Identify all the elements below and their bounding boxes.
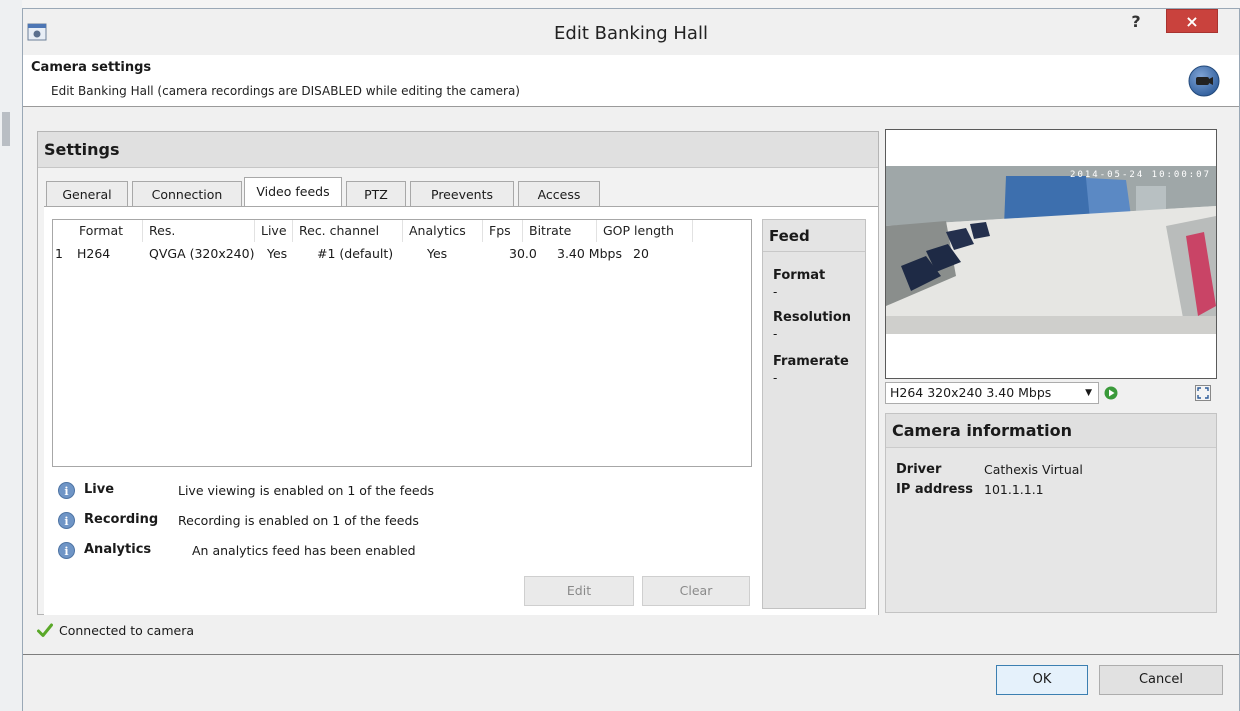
row-fps: 30.0 — [509, 246, 537, 261]
col-res[interactable]: Res. — [143, 220, 255, 242]
row-rec-channel: #1 (default) — [317, 246, 394, 261]
camera-preview[interactable]: 2014-05-24 10:00:07 — [885, 129, 1217, 379]
connection-status: Connected to camera — [59, 623, 195, 638]
help-button[interactable]: ? — [1121, 11, 1151, 33]
fullscreen-icon[interactable] — [1195, 385, 1211, 401]
feed-format-value: - — [773, 285, 778, 299]
settings-header: Settings — [38, 132, 878, 168]
row-analytics: Yes — [427, 246, 448, 261]
col-gop-length[interactable]: GOP length — [597, 220, 693, 242]
info-live-label: Live — [84, 482, 115, 497]
header-panel: Camera settings Edit Banking Hall (camer… — [23, 55, 1239, 107]
feed-select-value: H264 320x240 3.40 Mbps — [890, 385, 1052, 400]
settings-title: Settings — [44, 140, 120, 159]
info-analytics-text: An analytics feed has been enabled — [192, 543, 416, 558]
title-bar: Edit Banking Hall ? × — [23, 9, 1239, 55]
feed-panel-title: Feed — [769, 227, 810, 245]
play-icon[interactable] — [1104, 386, 1118, 400]
camera-information-panel: Camera information Driver Cathexis Virtu… — [885, 413, 1217, 613]
camera-video-frame: 2014-05-24 10:00:07 — [886, 166, 1216, 334]
row-format: H264 — [77, 246, 111, 261]
col-rec-channel[interactable]: Rec. channel — [293, 220, 403, 242]
feed-format-label: Format — [773, 268, 826, 283]
row-res: QVGA (320x240) — [149, 246, 255, 261]
tab-preevents[interactable]: Preevents — [410, 181, 514, 207]
settings-frame: Settings General Connection Video feeds … — [37, 131, 879, 615]
col-format[interactable]: Format — [73, 220, 143, 242]
driver-label: Driver — [896, 462, 942, 477]
table-row[interactable]: 1 H264 QVGA (320x240) Yes #1 (default) Y… — [53, 244, 751, 264]
row-index: 1 — [55, 246, 63, 261]
dialog-footer: OK Cancel — [23, 654, 1239, 711]
background-strip — [0, 0, 1240, 8]
ok-button[interactable]: OK — [996, 665, 1088, 695]
feeds-table: Format Res. Live Rec. channel Analytics … — [52, 219, 752, 467]
row-live: Yes — [267, 246, 288, 261]
col-analytics[interactable]: Analytics — [403, 220, 483, 242]
row-gop: 20 — [633, 246, 649, 261]
camera-information-title: Camera information — [892, 421, 1073, 440]
feed-resolution-value: - — [773, 327, 778, 341]
info-icon: i — [58, 512, 75, 529]
tab-general[interactable]: General — [46, 181, 128, 207]
feed-framerate-label: Framerate — [773, 354, 849, 369]
window-title: Edit Banking Hall — [554, 23, 708, 44]
edit-camera-dialog: Edit Banking Hall ? × Camera settings Ed… — [22, 8, 1240, 711]
tab-video-feeds[interactable]: Video feeds — [244, 177, 342, 207]
info-recording-label: Recording — [84, 512, 159, 527]
close-button[interactable]: × — [1166, 9, 1218, 33]
background-left-edge — [0, 0, 22, 711]
feed-panel-header: Feed — [763, 220, 865, 252]
info-analytics-label: Analytics — [84, 542, 152, 557]
info-icon: i — [58, 482, 75, 499]
edit-button[interactable]: Edit — [524, 576, 634, 606]
info-icon: i — [58, 542, 75, 559]
clear-button[interactable]: Clear — [642, 576, 750, 606]
row-bitrate: 3.40 Mbps — [557, 246, 622, 261]
feed-resolution-label: Resolution — [773, 310, 852, 325]
video-timestamp: 2014-05-24 10:00:07 — [1070, 170, 1211, 180]
cancel-button[interactable]: Cancel — [1099, 665, 1223, 695]
col-bitrate[interactable]: Bitrate — [523, 220, 597, 242]
chevron-down-icon: ▼ — [1085, 388, 1092, 398]
tab-connection[interactable]: Connection — [132, 181, 242, 207]
info-recording-text: Recording is enabled on 1 of the feeds — [178, 513, 419, 528]
header-subtitle: Edit Banking Hall (camera recordings are… — [51, 84, 520, 98]
feed-select-dropdown[interactable]: H264 320x240 3.40 Mbps ▼ — [885, 382, 1099, 404]
camera-information-header: Camera information — [886, 414, 1216, 448]
camera-icon — [1188, 65, 1220, 97]
header-title: Camera settings — [31, 60, 152, 75]
col-fps[interactable]: Fps — [483, 220, 523, 242]
background-scroll-mark — [2, 112, 10, 146]
tab-ptz[interactable]: PTZ — [346, 181, 406, 207]
tab-access[interactable]: Access — [518, 181, 600, 207]
ip-address-value: 101.1.1.1 — [984, 482, 1044, 497]
feed-panel: Feed Format - Resolution - Framerate - — [762, 219, 866, 609]
ip-address-label: IP address — [896, 482, 973, 497]
feed-framerate-value: - — [773, 371, 778, 385]
driver-value: Cathexis Virtual — [984, 462, 1083, 477]
col-live[interactable]: Live — [255, 220, 293, 242]
checkmark-icon — [37, 623, 53, 637]
info-live-text: Live viewing is enabled on 1 of the feed… — [178, 483, 435, 498]
